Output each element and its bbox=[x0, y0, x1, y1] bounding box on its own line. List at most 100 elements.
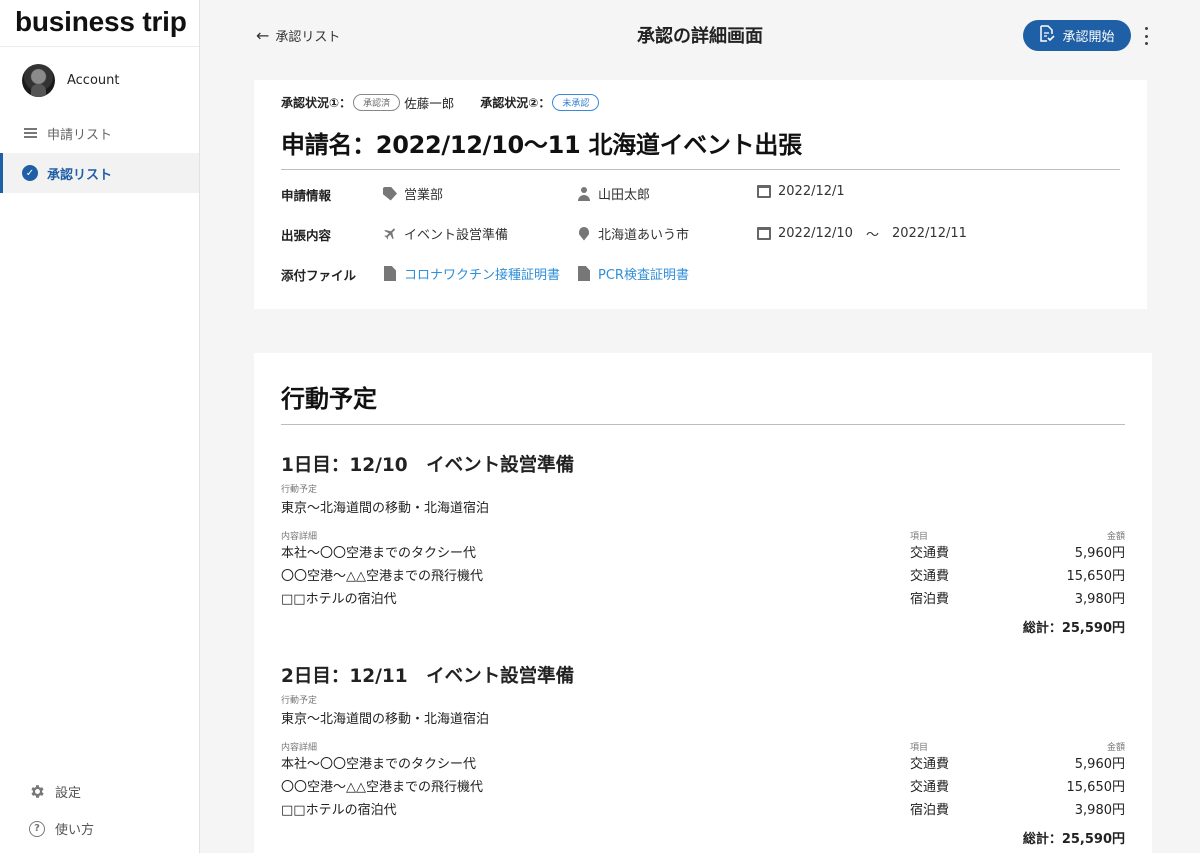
document-icon bbox=[382, 266, 398, 281]
status-badge-pending: 未承認 bbox=[552, 94, 600, 111]
back-label: 承認リスト bbox=[275, 30, 341, 45]
expense-description: 〇〇空港〜△△空港までの飛行機代 bbox=[281, 569, 483, 584]
attachment-name[interactable]: コロナワクチン接種証明書 bbox=[404, 264, 560, 283]
sidebar-item-label: 使い方 bbox=[55, 823, 95, 838]
plan-text: 東京〜北海道間の移動・北海道宿泊 bbox=[281, 501, 490, 516]
sidebar-item-help[interactable]: ? 使い方 bbox=[0, 810, 200, 847]
day-block: 1日目：12/10 イベント設営準備 行動予定 東京〜北海道間の移動・北海道宿泊… bbox=[281, 444, 1125, 637]
sidebar-item-application-list[interactable]: 申請リスト bbox=[0, 113, 199, 153]
gear-icon bbox=[28, 783, 46, 800]
day-title: 1日目：12/10 イベント設営準備 bbox=[281, 455, 575, 476]
expense-description: □□ホテルの宿泊代 bbox=[281, 592, 397, 607]
plan-text: 東京〜北海道間の移動・北海道宿泊 bbox=[281, 712, 490, 727]
arrow-left-icon: ← bbox=[256, 26, 270, 45]
status2-label: 承認状況②： bbox=[480, 96, 551, 110]
trip-dates: 2022/12/10 〜 2022/12/11 bbox=[756, 224, 967, 243]
item-label: 項目 bbox=[910, 532, 929, 542]
amount-label: 金額 bbox=[1106, 743, 1125, 753]
sidebar-item-settings[interactable]: 設定 bbox=[0, 773, 200, 810]
expense-category: 交通費 bbox=[910, 757, 950, 772]
trip-separator: 〜 bbox=[865, 228, 879, 243]
header: 承認の詳細画面 ← 承認リスト 承認開始 bbox=[200, 0, 1200, 70]
applied-date: 2022/12/1 bbox=[756, 184, 845, 199]
trip-purpose: イベント設営準備 bbox=[382, 224, 508, 243]
check-circle-icon: ✓ bbox=[22, 165, 38, 181]
attachment-label: 添付ファイル bbox=[281, 268, 357, 283]
sidebar: business trip Account 申請リスト ✓ 承認リスト 設定 ?… bbox=[0, 0, 200, 853]
document-icon bbox=[576, 266, 592, 281]
detail-header: 内容詳細 項目 金額 bbox=[281, 740, 1125, 753]
trip-label: 出張内容 bbox=[281, 228, 332, 243]
expense-amount: 5,960円 bbox=[1074, 546, 1125, 561]
department-value: 営業部 bbox=[404, 188, 444, 203]
sidebar-item-label: 承認リスト bbox=[47, 167, 113, 183]
account-menu[interactable]: Account bbox=[0, 47, 199, 113]
location-pin-icon bbox=[576, 226, 592, 241]
expense-description: □□ホテルの宿泊代 bbox=[281, 803, 397, 818]
status-badge-approved: 承認済 bbox=[353, 94, 401, 111]
purpose-value: イベント設営準備 bbox=[404, 228, 509, 243]
expense-row: 〇〇空港〜△△空港までの飛行機代 交通費 15,650円 bbox=[281, 565, 1125, 588]
divider bbox=[281, 169, 1120, 170]
sidebar-item-label: 設定 bbox=[55, 786, 82, 801]
start-approval-button[interactable]: 承認開始 bbox=[1023, 20, 1131, 51]
expense-amount: 3,980円 bbox=[1074, 592, 1125, 607]
day-total: 総計：25,590円 bbox=[1022, 621, 1125, 636]
expense-category: 宿泊費 bbox=[910, 592, 950, 607]
destination-value: 北海道あいう市 bbox=[598, 228, 690, 243]
application-title: 申請名：2022/12/10〜11 北海道イベント出張 bbox=[281, 131, 802, 159]
attachment-name[interactable]: PCR検査証明書 bbox=[598, 264, 689, 283]
attachment-link[interactable]: コロナワクチン接種証明書 bbox=[382, 264, 560, 283]
trip-end: 2022/12/11 bbox=[891, 226, 967, 241]
application-summary-card: 承認状況①： 承認済 佐藤一郎 承認状況②： 未承認 申請名：2022/12/1… bbox=[254, 80, 1147, 309]
more-options-icon[interactable] bbox=[1142, 27, 1150, 45]
applicant-value: 山田太郎 bbox=[598, 188, 651, 203]
calendar-icon bbox=[756, 227, 772, 240]
expense-category: 交通費 bbox=[910, 569, 950, 584]
expense-description: 本社〜〇〇空港までのタクシー代 bbox=[281, 546, 477, 561]
back-link[interactable]: ← 承認リスト bbox=[256, 26, 340, 45]
expense-amount: 15,650円 bbox=[1066, 780, 1126, 795]
expense-amount: 5,960円 bbox=[1074, 757, 1125, 772]
document-check-icon bbox=[1039, 25, 1056, 46]
schedule-card: 行動予定 1日目：12/10 イベント設営準備 行動予定 東京〜北海道間の移動・… bbox=[254, 353, 1152, 853]
trip-start: 2022/12/10 bbox=[778, 226, 853, 241]
detail-label: 内容詳細 bbox=[281, 743, 318, 753]
day-total: 総計：25,590円 bbox=[1022, 832, 1125, 847]
brand-logo[interactable]: business trip bbox=[0, 0, 199, 47]
trip-destination: 北海道あいう市 bbox=[576, 224, 689, 243]
expense-description: 〇〇空港〜△△空港までの飛行機代 bbox=[281, 780, 483, 795]
airplane-icon bbox=[382, 226, 398, 241]
expense-row: 本社〜〇〇空港までのタクシー代 交通費 5,960円 bbox=[281, 753, 1125, 776]
sidebar-item-approval-list[interactable]: ✓ 承認リスト bbox=[0, 153, 199, 193]
info-label: 申請情報 bbox=[281, 188, 332, 203]
day-title: 2日目：12/11 イベント設営準備 bbox=[281, 666, 575, 687]
detail-header: 内容詳細 項目 金額 bbox=[281, 529, 1125, 542]
calendar-icon bbox=[756, 185, 772, 198]
plan-label: 行動予定 bbox=[281, 485, 318, 495]
expense-category: 宿泊費 bbox=[910, 803, 950, 818]
help-icon: ? bbox=[28, 820, 46, 837]
expense-row: 本社〜〇〇空港までのタクシー代 交通費 5,960円 bbox=[281, 542, 1125, 565]
attachment-link[interactable]: PCR検査証明書 bbox=[576, 264, 689, 283]
department: 営業部 bbox=[382, 184, 443, 203]
amount-label: 金額 bbox=[1106, 532, 1125, 542]
applied-date-value: 2022/12/1 bbox=[778, 184, 845, 199]
person-icon bbox=[576, 186, 592, 201]
applicant: 山田太郎 bbox=[576, 184, 650, 203]
detail-label: 内容詳細 bbox=[281, 532, 318, 542]
expense-category: 交通費 bbox=[910, 546, 950, 561]
expense-amount: 15,650円 bbox=[1066, 569, 1126, 584]
tag-icon bbox=[382, 186, 398, 201]
start-approval-label: 承認開始 bbox=[1062, 30, 1115, 45]
expense-description: 本社〜〇〇空港までのタクシー代 bbox=[281, 757, 477, 772]
avatar bbox=[22, 63, 55, 97]
day-block: 2日目：12/11 イベント設営準備 行動予定 東京〜北海道間の移動・北海道宿泊… bbox=[281, 655, 1125, 848]
expense-row: □□ホテルの宿泊代 宿泊費 3,980円 bbox=[281, 588, 1125, 611]
expense-category: 交通費 bbox=[910, 780, 950, 795]
status1-label: 承認状況①： bbox=[281, 96, 352, 110]
list-icon bbox=[22, 128, 38, 138]
sidebar-item-label: 申請リスト bbox=[47, 127, 113, 143]
approval-status-row: 承認状況①： 承認済 佐藤一郎 承認状況②： 未承認 bbox=[281, 93, 603, 112]
section-title: 行動予定 bbox=[281, 385, 377, 413]
